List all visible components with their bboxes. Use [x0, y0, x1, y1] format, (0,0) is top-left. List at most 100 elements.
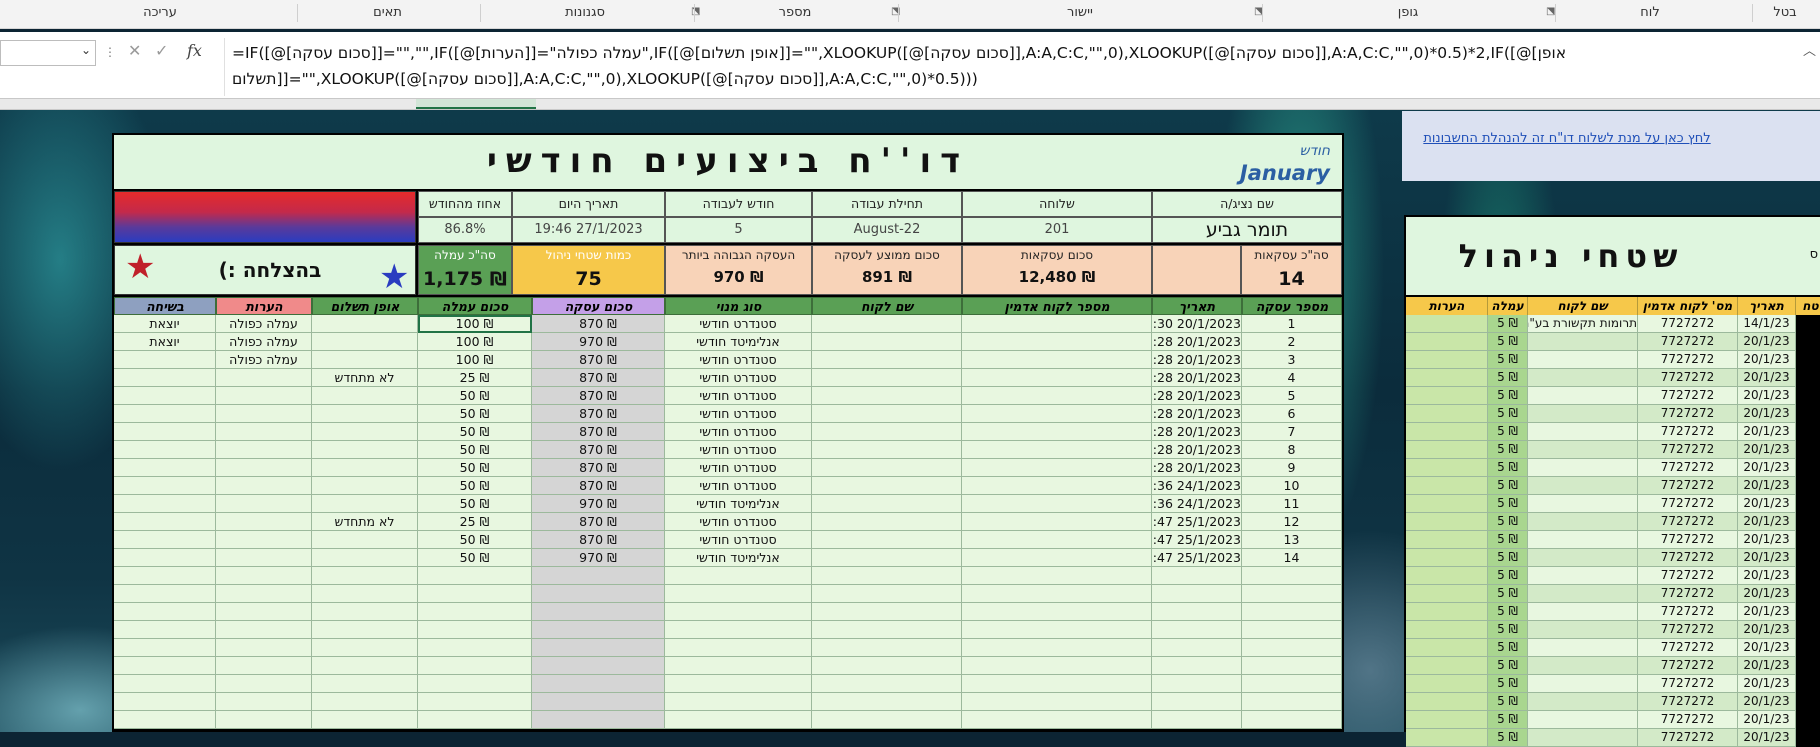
table-cell-col7[interactable] — [312, 405, 418, 423]
mgmt-cell-col2[interactable] — [1528, 423, 1638, 441]
table-cell-col8[interactable] — [216, 567, 312, 585]
info-value-months[interactable]: 5 — [665, 217, 812, 243]
table-row[interactable]: 620/1/2023 17:28 סטנדרט חודשי₪ 870₪ 50 — [112, 405, 1344, 423]
info-value-rep_name[interactable]: תומר גביע — [1152, 217, 1342, 243]
table-cell-col7[interactable] — [312, 531, 418, 549]
table-cell-col3[interactable] — [812, 477, 962, 495]
summary-sum-value[interactable]: ₪ 12,480 — [963, 268, 1151, 286]
mgmt-cell-col0[interactable]: 20/1/23 — [1738, 693, 1796, 711]
table-cell-col7[interactable] — [312, 387, 418, 405]
table-cell-col3[interactable] — [812, 495, 962, 513]
ribbon-group-clipboard[interactable]: ⬔ לוח — [1546, 5, 1740, 20]
table-cell-col0[interactable]: 14 — [1242, 549, 1342, 567]
mgmt-cell-col2[interactable] — [1528, 441, 1638, 459]
table-cell-col0[interactable] — [1242, 675, 1342, 693]
table-cell-col9[interactable] — [114, 387, 216, 405]
x-icon[interactable]: ✕ — [128, 41, 141, 60]
table-row[interactable]: 820/1/2023 17:28 סטנדרט חודשי₪ 870₪ 50 — [112, 441, 1344, 459]
table-row[interactable]: 1124/1/2023 20:36 אנלימיטד חודשי₪ 970₪ 50 — [112, 495, 1344, 513]
mgmt-header-4[interactable]: עמלה — [1488, 297, 1528, 315]
mgmt-cell-col3[interactable]: ₪ 5 — [1488, 621, 1528, 639]
table-cell-col1[interactable] — [1152, 603, 1242, 621]
table-cell-col4[interactable]: סטנדרט חודשי — [665, 441, 812, 459]
table-cell-col7[interactable] — [312, 567, 418, 585]
mgmt-cell-col0[interactable]: 20/1/23 — [1738, 423, 1796, 441]
mgmt-cell-col2[interactable] — [1528, 351, 1638, 369]
mgmt-cell-col1[interactable]: 7727272 — [1638, 639, 1738, 657]
mgmt-cell-col3[interactable]: ₪ 5 — [1488, 603, 1528, 621]
table-header-3[interactable]: שם לקוח — [812, 297, 962, 315]
mgmt-cell-col0[interactable]: 20/1/23 — [1738, 495, 1796, 513]
mgmt-cell-col2[interactable] — [1528, 387, 1638, 405]
mgmt-cell-col1[interactable]: 7727272 — [1638, 459, 1738, 477]
table-cell-col2[interactable] — [962, 477, 1152, 495]
table-cell-col7[interactable] — [312, 639, 418, 657]
more-options-icon[interactable]: ⋮ — [104, 45, 116, 59]
table-cell-col2[interactable] — [962, 369, 1152, 387]
table-cell-col3[interactable] — [812, 369, 962, 387]
table-cell-col9[interactable] — [114, 693, 216, 711]
table-cell-col2[interactable] — [962, 675, 1152, 693]
table-header-1[interactable]: תאריך — [1152, 297, 1242, 315]
table-cell-col7[interactable] — [312, 477, 418, 495]
mgmt-cell-col4[interactable] — [1406, 639, 1488, 657]
mgmt-cell-col2[interactable] — [1528, 531, 1638, 549]
table-cell-col5[interactable]: ₪ 970 — [532, 495, 665, 513]
mgmt-cell-col4[interactable] — [1406, 585, 1488, 603]
mgmt-row[interactable]: 20/1/23 7727272 ₪ 5 — [1406, 423, 1820, 441]
table-cell-col9[interactable] — [114, 567, 216, 585]
table-cell-col1[interactable] — [1152, 567, 1242, 585]
table-cell-col6[interactable]: ₪ 50 — [418, 459, 532, 477]
table-cell-col4[interactable]: סטנדרט חודשי — [665, 423, 812, 441]
mgmt-cell-col2[interactable] — [1528, 405, 1638, 423]
mgmt-row[interactable]: 14/1/23 7727272 תרומות תקשורת בע"מ ₪ 5 — [1406, 315, 1820, 333]
table-cell-col2[interactable] — [962, 693, 1152, 711]
mgmt-cell-col3[interactable]: ₪ 5 — [1488, 531, 1528, 549]
mgmt-cell-col3[interactable]: ₪ 5 — [1488, 567, 1528, 585]
table-cell-col3[interactable] — [812, 423, 962, 441]
table-cell-col5[interactable] — [532, 585, 665, 603]
table-cell-col4[interactable]: סטנדרט חודשי — [665, 405, 812, 423]
table-cell-col5[interactable]: ₪ 870 — [532, 369, 665, 387]
info-value-start[interactable]: August-22 — [812, 217, 962, 243]
table-cell-col3[interactable] — [812, 675, 962, 693]
mgmt-row[interactable]: 20/1/23 7727272 ₪ 5 — [1406, 387, 1820, 405]
table-cell-col8[interactable] — [216, 711, 312, 729]
ribbon-group-cells[interactable]: תאים — [300, 5, 475, 20]
table-cell-col0[interactable] — [1242, 639, 1342, 657]
mgmt-row[interactable]: 20/1/23 7727272 ₪ 5 — [1406, 513, 1820, 531]
mgmt-row[interactable]: 20/1/23 7727272 ₪ 5 — [1406, 711, 1820, 729]
mgmt-cell-col0[interactable]: 20/1/23 — [1738, 369, 1796, 387]
mgmt-cell-col3[interactable]: ₪ 5 — [1488, 387, 1528, 405]
table-cell-col0[interactable] — [1242, 711, 1342, 729]
mgmt-cell-col1[interactable]: 7727272 — [1638, 315, 1738, 333]
table-cell-col3[interactable] — [812, 657, 962, 675]
table-cell-col9[interactable]: יוצאת — [114, 315, 216, 333]
table-cell-col1[interactable]: 20/1/2023 17:28 — [1152, 351, 1242, 369]
table-cell-col8[interactable] — [216, 477, 312, 495]
table-cell-col1[interactable]: 24/1/2023 20:36 — [1152, 495, 1242, 513]
mgmt-cell-col1[interactable]: 7727272 — [1638, 387, 1738, 405]
mgmt-cell-col3[interactable]: ₪ 5 — [1488, 423, 1528, 441]
table-cell-col4[interactable] — [665, 567, 812, 585]
table-cell-col3[interactable] — [812, 711, 962, 729]
table-cell-col6[interactable] — [418, 657, 532, 675]
table-cell-col4[interactable] — [665, 693, 812, 711]
mgmt-cell-col1[interactable]: 7727272 — [1638, 657, 1738, 675]
table-cell-col2[interactable] — [962, 333, 1152, 351]
table-cell-col2[interactable] — [962, 441, 1152, 459]
summary-comm-value[interactable]: ₪ 1,175 — [419, 268, 511, 290]
table-cell-col9[interactable] — [114, 477, 216, 495]
table-cell-col5[interactable] — [532, 639, 665, 657]
table-row[interactable] — [112, 711, 1344, 729]
table-cell-col5[interactable]: ₪ 970 — [532, 549, 665, 567]
mgmt-cell-col3[interactable]: ₪ 5 — [1488, 657, 1528, 675]
table-row[interactable] — [112, 603, 1344, 621]
table-cell-col8[interactable] — [216, 423, 312, 441]
table-cell-col9[interactable] — [114, 639, 216, 657]
mgmt-cell-col0[interactable]: 20/1/23 — [1738, 585, 1796, 603]
mgmt-cell-col0[interactable]: 20/1/23 — [1738, 351, 1796, 369]
table-cell-col5[interactable]: ₪ 870 — [532, 351, 665, 369]
table-cell-col7[interactable] — [312, 459, 418, 477]
table-cell-col0[interactable] — [1242, 567, 1342, 585]
